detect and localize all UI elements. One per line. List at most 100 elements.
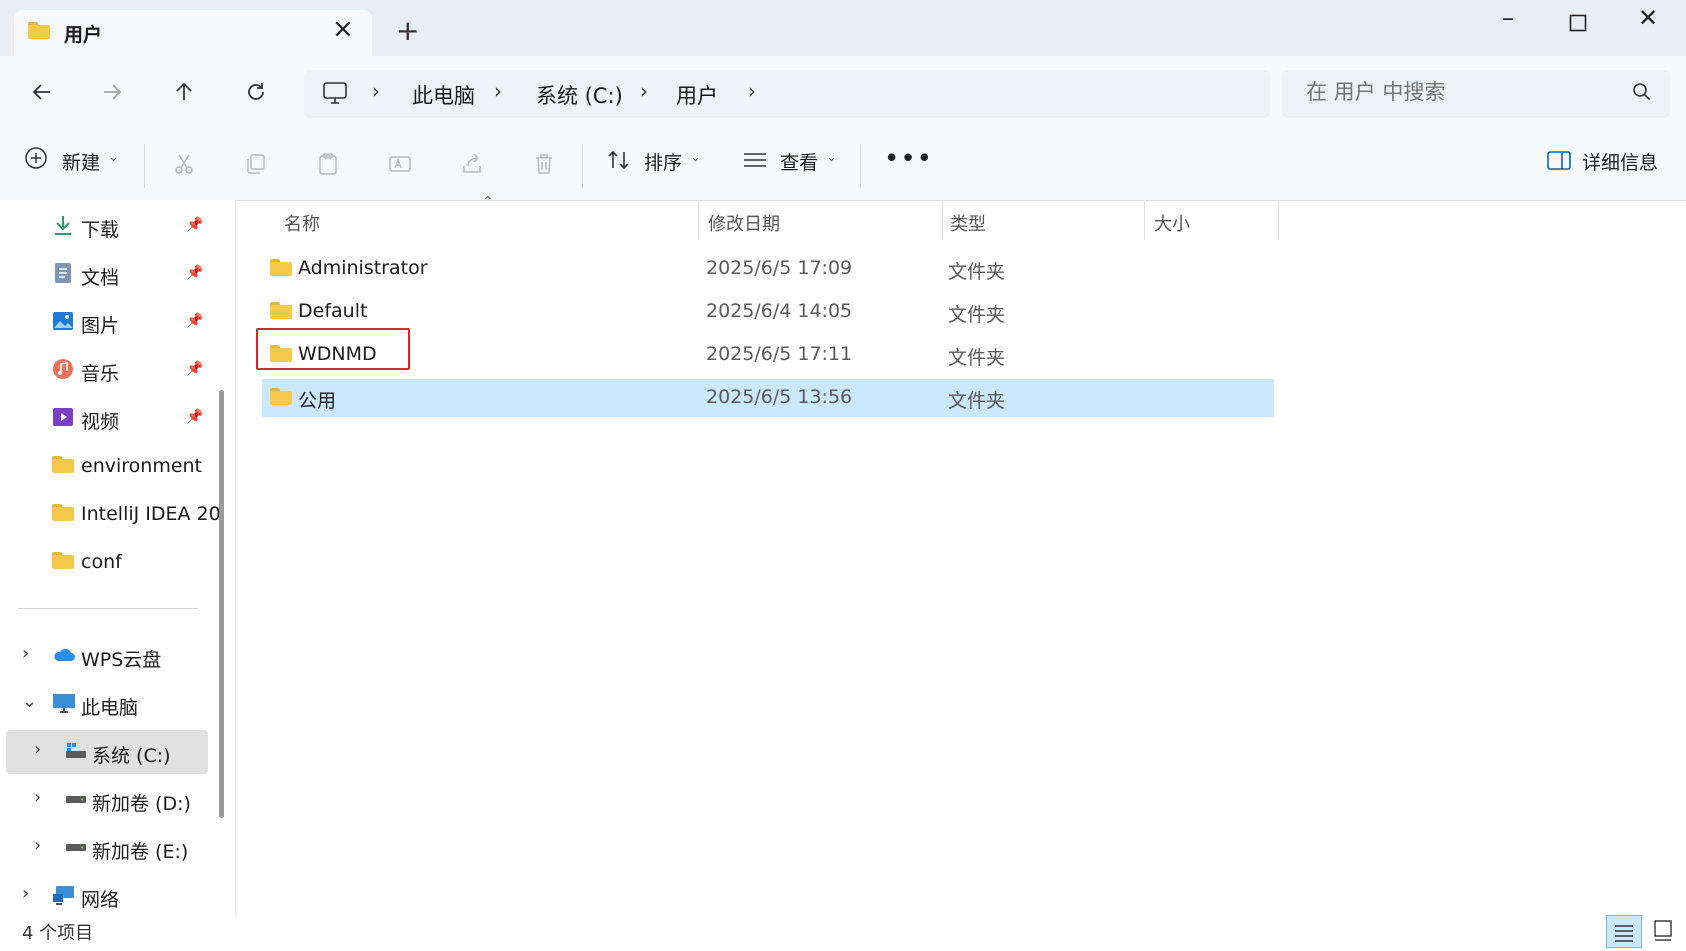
delete-icon[interactable] <box>526 148 562 182</box>
tab-users[interactable]: 用户 × <box>14 10 372 56</box>
chevron-down-icon: ⌄ <box>826 150 837 165</box>
column-divider[interactable] <box>942 200 943 240</box>
sidebar-item-intellij[interactable]: IntelliJ IDEA 20 <box>6 492 221 536</box>
breadcrumb-users[interactable]: 用户 <box>676 80 718 110</box>
sidebar-item-conf[interactable]: conf <box>6 540 208 584</box>
column-divider[interactable] <box>698 200 699 240</box>
sort-icon <box>606 148 632 176</box>
chevron-down-icon: ⌄ <box>108 150 119 165</box>
new-button[interactable]: 新建 ⌄ <box>24 144 124 184</box>
status-bar: 4 个项目 <box>0 915 1686 948</box>
sort-button[interactable]: 排序 ⌄ <box>606 144 710 184</box>
sidebar-item-music[interactable]: 音乐 📌 <box>6 348 208 392</box>
chevron-down-icon: ⌄ <box>690 150 701 165</box>
tiles-view-button[interactable] <box>1648 915 1678 948</box>
pin-icon[interactable]: 📌 <box>186 217 203 233</box>
copy-icon[interactable] <box>238 148 274 182</box>
sort-ascending-icon: ⌃ <box>482 194 494 210</box>
file-name: Default <box>298 300 368 322</box>
column-header-size[interactable]: 大小 <box>1154 210 1190 236</box>
sidebar-item-documents[interactable]: 文档 📌 <box>6 252 208 296</box>
forward-button[interactable] <box>90 72 134 112</box>
search-input[interactable] <box>1304 79 1608 105</box>
details-view-button[interactable] <box>1606 915 1642 948</box>
new-tab-button[interactable]: + <box>396 14 419 47</box>
folder-icon <box>270 302 292 319</box>
cut-icon[interactable] <box>166 148 202 182</box>
chevron-right-icon[interactable]: › <box>34 787 41 808</box>
divider <box>582 144 583 188</box>
file-row[interactable]: Administrator 2025/6/5 17:09 文件夹 <box>262 250 1274 288</box>
sidebar-item-wps-cloud[interactable]: › WPS云盘 <box>6 634 208 678</box>
pin-icon[interactable]: 📌 <box>186 361 203 377</box>
chevron-right-icon[interactable]: › <box>22 643 29 664</box>
file-type: 文件夹 <box>948 304 1006 326</box>
sidebar-item-environment[interactable]: environment <box>6 444 208 488</box>
view-label: 查看 <box>780 152 819 174</box>
sidebar-scrollbar[interactable] <box>219 390 224 818</box>
chevron-right-icon[interactable]: › <box>494 79 502 103</box>
pin-icon[interactable]: 📌 <box>186 265 203 281</box>
sidebar-item-label: environment <box>81 455 203 477</box>
chevron-down-icon[interactable]: ⌄ <box>22 691 37 712</box>
sidebar-item-d-drive[interactable]: › 新加卷 (D:) <box>6 778 208 822</box>
up-button[interactable] <box>162 72 206 112</box>
column-divider[interactable] <box>1144 200 1145 240</box>
sidebar-item-downloads[interactable]: 下载 📌 <box>6 204 208 248</box>
details-pane-icon <box>1546 150 1572 176</box>
chevron-right-icon[interactable]: › <box>372 79 380 103</box>
sidebar-item-c-drive[interactable]: › 系统 (C:) <box>6 730 208 774</box>
pin-icon[interactable]: 📌 <box>186 409 203 425</box>
chevron-right-icon[interactable]: › <box>22 883 29 904</box>
maximize-button[interactable] <box>1548 6 1608 38</box>
document-icon <box>52 262 74 284</box>
address-bar[interactable]: › 此电脑 › 系统 (C:) › 用户 › <box>304 70 1270 118</box>
column-header-modified[interactable]: 修改日期 <box>708 210 780 236</box>
column-divider[interactable] <box>1278 200 1279 240</box>
chevron-right-icon[interactable]: › <box>640 79 648 103</box>
file-row[interactable]: WDNMD 2025/6/5 17:11 文件夹 <box>262 336 1274 374</box>
close-window-button[interactable]: ✕ <box>1618 4 1678 32</box>
chevron-right-icon[interactable]: › <box>34 835 41 856</box>
title-bar: 用户 × + – ✕ <box>0 0 1686 56</box>
sidebar-item-label: 系统 (C:) <box>92 745 171 767</box>
file-modified: 2025/6/4 14:05 <box>706 300 853 322</box>
sidebar-item-label: 视频 <box>81 411 120 433</box>
sidebar-item-network[interactable]: › 网络 <box>6 874 208 918</box>
file-type: 文件夹 <box>948 347 1006 369</box>
refresh-button[interactable] <box>234 72 278 112</box>
sidebar-item-pictures[interactable]: 图片 📌 <box>6 300 208 344</box>
view-button[interactable]: 查看 ⌄ <box>742 144 852 184</box>
search-icon[interactable] <box>1632 82 1652 106</box>
search-box[interactable] <box>1282 70 1670 118</box>
column-header-type[interactable]: 类型 <box>950 210 986 236</box>
more-options-icon[interactable]: ••• <box>884 144 933 174</box>
paste-icon[interactable] <box>310 148 346 182</box>
navigation-pane: 下载 📌 文档 📌 图片 📌 音乐 📌 视频 📌 environment Int… <box>0 200 236 915</box>
column-header-name[interactable]: 名称 <box>284 210 320 236</box>
back-button[interactable] <box>20 72 64 112</box>
sidebar-item-label: WPS云盘 <box>81 649 162 671</box>
sidebar-item-videos[interactable]: 视频 📌 <box>6 396 208 440</box>
computer-icon <box>322 81 348 109</box>
sidebar-item-label: 下载 <box>81 219 120 241</box>
details-pane-button[interactable]: 详细信息 <box>1546 144 1670 184</box>
file-row[interactable]: 公用 2025/6/5 13:56 文件夹 <box>262 379 1274 417</box>
file-modified: 2025/6/5 17:09 <box>706 257 853 279</box>
chevron-right-icon[interactable]: › <box>34 739 41 760</box>
breadcrumb-c-drive[interactable]: 系统 (C:) <box>536 80 623 110</box>
item-count: 4 个项目 <box>22 923 94 944</box>
tab-close-icon[interactable]: × <box>332 14 354 44</box>
minimize-button[interactable]: – <box>1478 4 1538 32</box>
chevron-right-icon[interactable]: › <box>748 79 756 103</box>
sidebar-item-e-drive[interactable]: › 新加卷 (E:) <box>6 826 208 870</box>
pin-icon[interactable]: 📌 <box>186 313 203 329</box>
sidebar-item-this-pc[interactable]: ⌄ 此电脑 <box>6 682 208 726</box>
sidebar-item-label: 图片 <box>81 315 120 337</box>
breadcrumb-this-pc[interactable]: 此电脑 <box>412 80 475 110</box>
file-type: 文件夹 <box>948 261 1006 283</box>
rename-icon[interactable] <box>382 148 418 182</box>
file-type: 文件夹 <box>948 390 1006 412</box>
share-icon[interactable] <box>454 148 490 182</box>
file-row[interactable]: Default 2025/6/4 14:05 文件夹 <box>262 293 1274 331</box>
